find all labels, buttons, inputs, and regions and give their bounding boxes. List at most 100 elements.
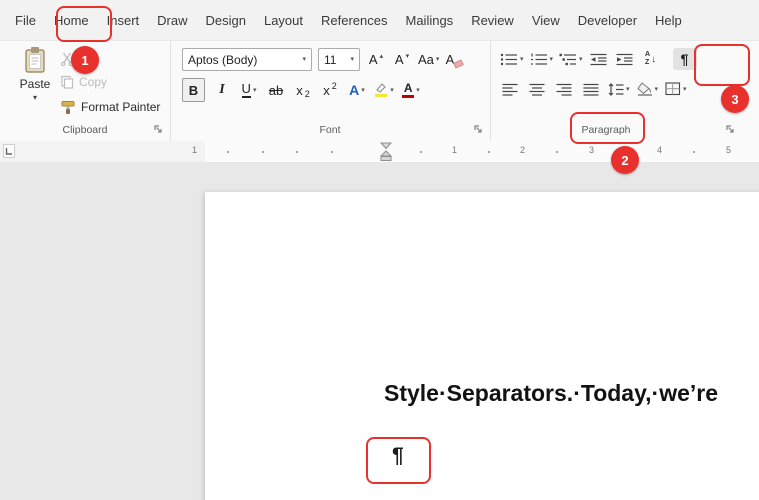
clipboard-dialog-launcher-icon[interactable] — [153, 124, 163, 134]
clipboard-icon — [25, 47, 45, 73]
chevron-down-icon: ▾ — [549, 55, 554, 63]
multilevel-list-button[interactable]: ▾ — [559, 48, 583, 70]
down-caret-icon: ▾ — [405, 52, 410, 60]
paragraph-row-1: ▾ ▾ ▾ A Z ↓ ¶ — [500, 48, 697, 70]
superscript-button[interactable]: x 2 — [320, 79, 340, 101]
document-heading-text[interactable]: Style·Separators.·Today,·we’re — [384, 380, 718, 407]
justify-icon — [583, 83, 599, 96]
indent-marker[interactable] — [379, 142, 393, 162]
ruler-tick — [693, 151, 695, 153]
sort-icon: A Z — [645, 51, 651, 66]
ruler-text-area — [205, 141, 759, 162]
ruler-number: 1 — [452, 145, 458, 155]
ruler-number: 4 — [657, 145, 663, 155]
tab-selector-icon[interactable] — [3, 144, 15, 158]
shading-icon — [636, 82, 652, 96]
chevron-down-icon[interactable]: ▾ — [33, 93, 37, 102]
menu-layout[interactable]: Layout — [255, 7, 312, 34]
document-page[interactable]: Style·Separators.·Today,·we’re ¶ — [205, 192, 759, 500]
increase-indent-button[interactable] — [615, 48, 635, 70]
strikethrough-icon: ab — [268, 82, 284, 98]
italic-button[interactable]: I — [212, 79, 232, 101]
font-color-icon: A — [402, 82, 415, 98]
chevron-down-icon: ▾ — [579, 55, 583, 63]
menu-mailings[interactable]: Mailings — [397, 7, 463, 34]
chevron-down-icon: ▾ — [252, 86, 257, 94]
grow-font-button[interactable]: A ▴ — [366, 49, 386, 71]
decrease-indent-icon — [590, 53, 607, 65]
copy-button[interactable]: Copy — [60, 72, 107, 92]
superscript-icon: x — [323, 82, 330, 98]
paste-label: Paste — [19, 77, 51, 91]
font-size-select[interactable]: 11 ▾ — [318, 48, 360, 71]
shrink-font-button[interactable]: A ▾ — [392, 49, 412, 71]
ruler-number: 5 — [726, 145, 732, 155]
text-effects-icon: A — [349, 82, 360, 98]
copy-icon — [61, 75, 74, 89]
strikethrough-button[interactable]: ab — [266, 79, 286, 101]
menu-file[interactable]: File — [6, 7, 45, 34]
down-arrow-icon: ↓ — [651, 53, 657, 65]
menu-help[interactable]: Help — [646, 7, 691, 34]
clipboard-group-label: Clipboard — [62, 124, 108, 136]
menu-review[interactable]: Review — [462, 7, 523, 34]
grow-font-icon: A — [368, 52, 378, 67]
ruler-tick — [488, 151, 490, 153]
shading-button[interactable]: ▾ — [636, 78, 659, 100]
numbering-button[interactable]: ▾ — [530, 48, 554, 70]
sort-button[interactable]: A Z ↓ — [641, 48, 661, 70]
align-center-icon — [529, 83, 545, 96]
chevron-down-icon: ▾ — [435, 56, 440, 63]
menu-draw[interactable]: Draw — [148, 7, 196, 34]
paragraph-group-label: Paragraph — [581, 124, 631, 136]
subscript-button[interactable]: x 2 — [293, 79, 313, 101]
change-case-button[interactable]: Aa ▾ — [418, 49, 439, 71]
menu-references[interactable]: References — [312, 7, 396, 34]
menu-design[interactable]: Design — [197, 7, 255, 34]
clear-formatting-button[interactable]: A — [445, 49, 465, 71]
font-dialog-launcher-icon[interactable] — [473, 124, 483, 134]
borders-button[interactable]: ▾ — [665, 78, 687, 100]
text-highlight-button[interactable]: ▾ — [374, 79, 394, 101]
format-painter-button[interactable]: Format Painter — [60, 97, 160, 117]
paragraph-dialog-launcher-icon[interactable] — [725, 124, 735, 134]
document-pilcrow-mark[interactable]: ¶ — [392, 444, 404, 468]
decrease-indent-button[interactable] — [589, 48, 609, 70]
align-left-button[interactable] — [500, 78, 520, 100]
document-area: Style·Separators.·Today,·we’re ¶ — [0, 162, 759, 500]
ruler-number: 2 — [520, 145, 526, 155]
chevron-down-icon: ▾ — [416, 86, 420, 94]
chevron-down-icon: ▾ — [654, 85, 659, 93]
align-right-button[interactable] — [554, 78, 574, 100]
menu-home[interactable]: Home — [45, 7, 98, 34]
font-color-button[interactable]: A ▾ — [401, 79, 421, 101]
menu-developer[interactable]: Developer — [569, 7, 646, 34]
bullets-icon — [500, 53, 517, 65]
shrink-font-icon: A — [394, 52, 404, 67]
increase-indent-icon — [616, 53, 633, 65]
text-effects-button[interactable]: A ▾ — [347, 79, 367, 101]
bold-button[interactable]: B — [182, 78, 205, 102]
word-window: File Home Insert Draw Design Layout Refe… — [0, 0, 759, 500]
menu-view[interactable]: View — [523, 7, 569, 34]
menu-insert[interactable]: Insert — [98, 7, 149, 34]
align-center-button[interactable] — [527, 78, 547, 100]
copy-label: Copy — [79, 75, 108, 89]
font-name-select[interactable]: Aptos (Body) ▾ — [182, 48, 312, 71]
bullets-button[interactable]: ▾ — [500, 48, 524, 70]
show-hide-formatting-button[interactable]: ¶ — [672, 48, 697, 70]
numbering-icon — [530, 53, 547, 65]
ruler-tick — [331, 151, 333, 153]
underline-button[interactable]: U ▾ — [239, 79, 259, 101]
font-row-1: Aptos (Body) ▾ 11 ▾ A ▴ A ▾ Aa ▾ A — [182, 48, 465, 71]
line-spacing-button[interactable]: ▾ — [608, 78, 630, 100]
ruler-number: 3 — [589, 145, 595, 155]
subscript-icon: x — [296, 82, 303, 98]
up-caret-icon: ▴ — [379, 52, 384, 60]
line-spacing-icon — [608, 82, 624, 96]
chevron-down-icon: ▾ — [683, 85, 687, 93]
borders-icon — [665, 82, 681, 96]
paste-button[interactable]: Paste ▾ — [12, 46, 58, 102]
format-painter-icon — [61, 100, 75, 114]
justify-button[interactable] — [581, 78, 601, 100]
